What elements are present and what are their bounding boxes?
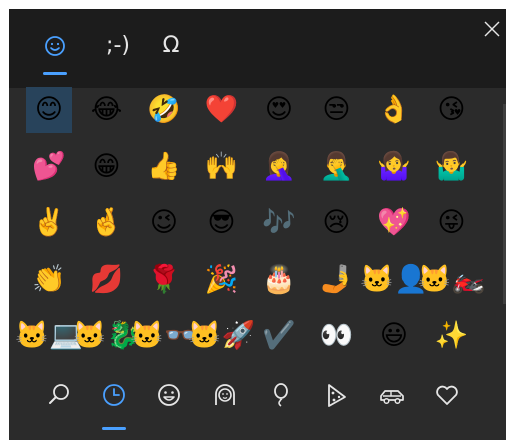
emoji-cell[interactable]: 🤦‍♂️	[314, 144, 360, 190]
emoji-cell[interactable]: 😜	[429, 200, 475, 246]
emoji-cell[interactable]: 💖	[371, 200, 417, 246]
emoji-grid: 😊 😂 🤣 ❤️ 😍 😒 👌 😘 💕 😁 👍 🙌 🤦‍♀️ 🤦‍♂️ 🤷‍♀️ 🤷‍♂️ ✌️ 🤞 😉 😎 🎶 😢 💖 😜 👏 💋…	[15, 87, 486, 369]
emoji-cell[interactable]: 🤷‍♀️	[371, 144, 417, 190]
emoji-cell[interactable]: 😍	[256, 87, 302, 133]
category-travel[interactable]	[377, 380, 407, 410]
emoji-cell[interactable]: 💕	[26, 144, 72, 190]
tab-kaomoji[interactable]: ;-)	[101, 29, 135, 63]
smiley-icon	[158, 384, 180, 406]
emoji-cell[interactable]: 😢	[314, 200, 360, 246]
emoji-cell[interactable]: ✌️	[26, 200, 72, 246]
emoji-cell[interactable]: 🤞	[84, 200, 130, 246]
smiley-tab-icon	[45, 36, 65, 56]
emoji-picker-panel: ;-) Ω 😊 😂 🤣 ❤️ 😍 😒 👌 😘 💕 😁 👍 🙌 🤦‍♀️ 🤦‍♂️ 🤷‍♀️ 🤷‍♂️ ✌️ 🤞 😉 😎…	[9, 9, 506, 440]
emoji-cell[interactable]: 💋	[84, 257, 130, 303]
emoji-cell[interactable]: 🐱‍👤	[360, 257, 427, 303]
emoji-cell[interactable]: 👍	[141, 144, 187, 190]
emoji-cell[interactable]: 👌	[371, 87, 417, 133]
emoji-cell[interactable]: 😂	[84, 87, 130, 133]
emoji-cell[interactable]: 😉	[141, 200, 187, 246]
tab-symbols[interactable]: Ω	[158, 29, 184, 63]
emoji-picker-header: ;-) Ω	[9, 9, 506, 88]
emoji-cell[interactable]: 👏	[26, 257, 72, 303]
emoji-cell[interactable]: ✨	[429, 313, 475, 359]
emoji-cell[interactable]: 🎶	[256, 200, 302, 246]
emoji-cell[interactable]: 🎉	[199, 257, 245, 303]
category-search[interactable]	[44, 380, 74, 410]
emoji-cell[interactable]: 🤳	[314, 257, 360, 303]
tab-emoji-indicator	[43, 72, 67, 75]
emoji-cell[interactable]: 🐱‍🚀	[188, 313, 255, 359]
category-people[interactable]	[210, 380, 240, 410]
emoji-cell[interactable]: 🎂	[256, 257, 302, 303]
car-icon	[380, 390, 404, 405]
category-celebration[interactable]	[266, 380, 296, 410]
emoji-cell[interactable]: 🐱‍👓	[130, 313, 197, 359]
search-icon	[49, 384, 69, 404]
category-symbols[interactable]	[432, 380, 462, 410]
tab-emoji[interactable]	[42, 29, 68, 63]
emoji-cell[interactable]: 👀	[314, 313, 360, 359]
emoji-cell[interactable]: 🐱‍🐉	[73, 313, 140, 359]
category-recent-indicator	[102, 427, 126, 430]
emoji-cell[interactable]: 🤷‍♂️	[429, 144, 475, 190]
emoji-cell[interactable]: 😁	[84, 144, 130, 190]
category-recent[interactable]	[99, 380, 129, 410]
category-bar	[9, 374, 506, 440]
person-icon	[215, 384, 235, 405]
heart-icon	[436, 385, 458, 405]
emoji-cell[interactable]: 🌹	[141, 257, 187, 303]
pizza-icon	[328, 384, 346, 407]
emoji-cell[interactable]: 🙌	[199, 144, 245, 190]
emoji-cell[interactable]: 😃	[371, 313, 417, 359]
emoji-cell[interactable]: 😊	[26, 87, 72, 133]
close-button[interactable]	[480, 17, 504, 41]
emoji-cell[interactable]: 😘	[429, 87, 475, 133]
category-smileys[interactable]	[154, 380, 184, 410]
emoji-cell[interactable]: 🤦‍♀️	[256, 144, 302, 190]
close-icon	[484, 21, 500, 37]
emoji-cell[interactable]: 🤣	[141, 87, 187, 133]
clock-icon	[103, 384, 125, 406]
category-food[interactable]	[321, 380, 351, 410]
emoji-cell[interactable]: 🐱‍💻	[15, 313, 82, 359]
emoji-cell[interactable]: 😒	[314, 87, 360, 133]
emoji-cell[interactable]: ❤️	[199, 87, 245, 133]
emoji-cell[interactable]: ✔️	[256, 313, 302, 359]
emoji-cell[interactable]: 😎	[199, 200, 245, 246]
balloon-icon	[274, 383, 288, 407]
emoji-cell[interactable]: 🐱‍🏍	[418, 257, 485, 303]
